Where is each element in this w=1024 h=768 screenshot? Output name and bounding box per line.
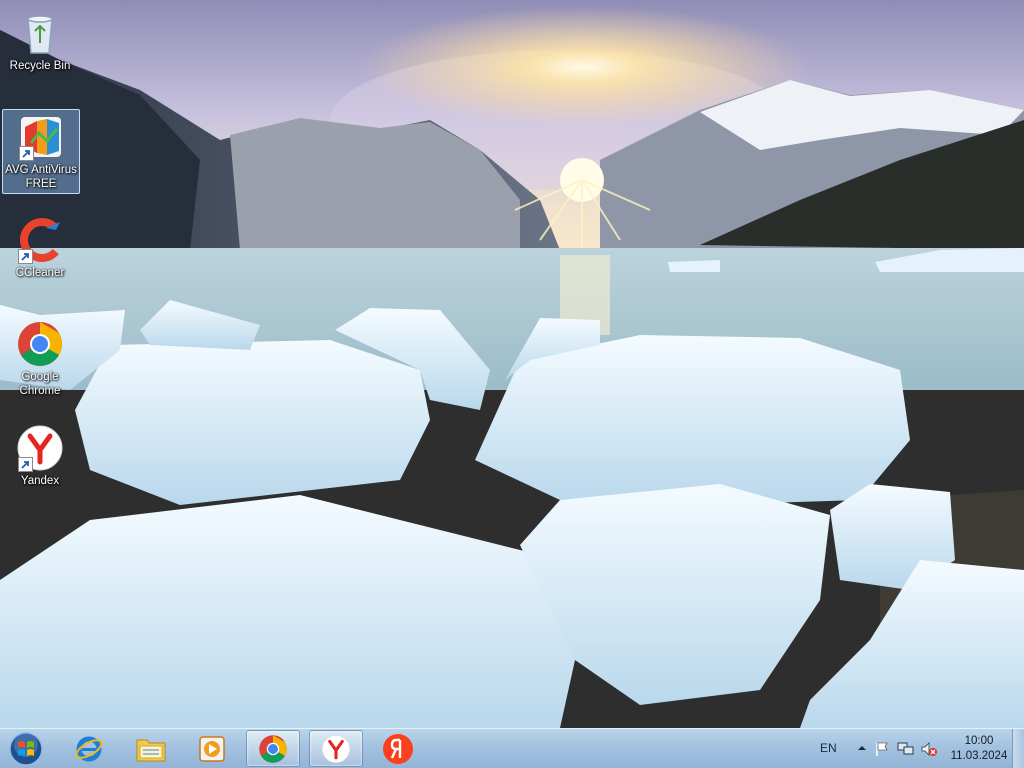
taskbar: EN 10:00 11.03.2024 [0,728,1024,768]
taskbar-google-chrome[interactable] [246,730,300,767]
taskbar-media-player[interactable] [185,730,239,767]
network-icon[interactable] [897,741,915,757]
desktop-icon-avg-antivirus[interactable]: AVG AntiVirus FREE [2,109,80,194]
system-tray: EN 10:00 11.03.2024 [804,729,1024,768]
desktop-icon-label: AVG AntiVirus FREE [5,164,77,190]
clock-time: 10:00 [964,735,994,747]
language-indicator[interactable]: EN [820,741,837,755]
desktop-icon-yandex[interactable]: Yandex [2,421,78,490]
ccleaner-icon [16,216,64,264]
clock[interactable]: 10:00 11.03.2024 [944,734,1014,764]
desktop-wallpaper [0,0,1024,728]
show-desktop-button[interactable] [1012,729,1024,768]
desktop-icon-ccleaner[interactable]: CCleaner [2,213,78,282]
yandex-ya-icon [383,733,413,764]
recycle-bin-icon [16,9,64,57]
shortcut-arrow-icon [19,146,34,161]
clock-date: 11.03.2024 [950,750,1008,762]
desktop-icon-label: Recycle Bin [9,60,71,72]
shortcut-arrow-icon [18,249,33,264]
chrome-icon [16,320,64,368]
yandex-browser-icon [16,424,64,472]
shortcut-arrow-icon [18,457,33,472]
internet-explorer-icon [75,736,103,761]
start-button[interactable] [4,730,48,768]
action-center-flag-icon[interactable] [874,741,890,757]
file-explorer-icon [136,739,166,761]
desktop-icon-recycle-bin[interactable]: Recycle Bin [2,6,78,75]
volume-muted-icon[interactable] [920,741,938,757]
chrome-icon [259,734,287,763]
desktop-icon-label: Google Chrome [19,371,61,397]
taskbar-yandex[interactable] [371,730,425,767]
desktop-icon-label: CCleaner [15,267,65,279]
desktop-icon-label: Yandex [20,475,60,487]
avg-antivirus-icon [17,113,65,161]
desktop-icon-google-chrome[interactable]: Google Chrome [2,317,78,400]
start-orb-icon [9,732,43,766]
yandex-browser-icon [321,734,351,763]
chevron-up-icon[interactable] [856,742,868,754]
media-player-icon [199,735,225,762]
taskbar-yandex-browser[interactable] [309,730,363,767]
taskbar-internet-explorer[interactable] [62,730,116,767]
taskbar-file-explorer[interactable] [124,730,178,767]
wallpaper-landscape [0,0,1024,728]
